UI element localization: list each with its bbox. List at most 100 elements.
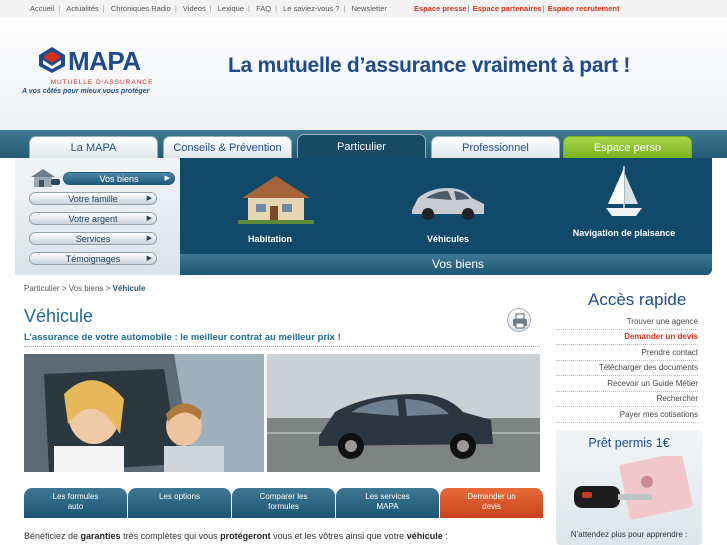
tab-la-mapa[interactable]: La MAPA [29, 136, 158, 158]
intro-part: très complètes qui vous [120, 531, 221, 541]
topnav-accueil[interactable]: Accueil [28, 4, 56, 13]
house-icon [31, 169, 60, 187]
category-habitation[interactable]: Habitation [190, 158, 350, 254]
breadcrumb-particulier[interactable]: Particulier [24, 284, 60, 293]
menu-votre-argent-label: Votre argent [68, 214, 118, 224]
menu-votre-argent[interactable]: Votre argent ▶ [29, 212, 157, 225]
topnav-actualites[interactable]: Actualités [64, 4, 101, 13]
breadcrumb: Particulier > Vos biens > Véhicule [24, 284, 145, 293]
car-illustration-icon [412, 188, 484, 220]
breadcrumb-vos-biens[interactable]: Vos biens [69, 284, 104, 293]
intro-bold: garanties [80, 531, 121, 541]
tab-services-mapa-label: Les services MAPA [365, 492, 410, 511]
photo-family-in-car [24, 354, 264, 472]
topnav-espace-presse[interactable]: Espace presse [414, 4, 467, 13]
section-title-bar: Vos biens [180, 254, 712, 275]
sailboat-illustration-icon [606, 166, 642, 216]
main-tab-bar: La MAPA Conseils & Prévention Particulie… [0, 130, 727, 158]
breadcrumb-separator: > [61, 284, 67, 293]
house-illustration-icon [238, 176, 314, 224]
photo-car-illustration [267, 354, 540, 472]
topnav-espace-recrutement[interactable]: Espace recrutement [548, 4, 620, 13]
intro-text: Bénéficiez de garanties très complètes q… [24, 531, 448, 541]
topnav-lexique[interactable]: Lexique [216, 4, 246, 13]
link-guide-metier[interactable]: Recevoir un Guide Métier [556, 377, 698, 392]
topnav-faq[interactable]: FAQ [254, 4, 273, 13]
category-tiles: Habitation Véhicules Navigation de plais… [180, 158, 712, 254]
intro-bold: protégeront [220, 531, 271, 541]
tab-les-options[interactable]: Les options [128, 488, 231, 518]
tab-demander-devis-label: Demander un devis [467, 492, 516, 511]
menu-vos-biens[interactable]: Vos biens ▶ [63, 172, 175, 185]
menu-vos-biens-label: Vos biens [99, 174, 139, 184]
photo-moving-car [267, 354, 540, 472]
divider [24, 346, 540, 347]
header: MAPA MUTUELLE D'ASSURANCE A vos côtés po… [0, 18, 727, 130]
menu-votre-famille[interactable]: Votre famille ▶ [29, 192, 157, 205]
photo-family-illustration [24, 354, 264, 472]
breadcrumb-current: Véhicule [112, 284, 146, 293]
tab-les-formules-auto[interactable]: Les formules auto [24, 488, 127, 518]
section-title: Vos biens [432, 257, 485, 271]
category-navigation-plaisance[interactable]: Navigation de plaisance [544, 158, 704, 254]
topnav-le-saviez-vous[interactable]: Le saviez-vous ? [281, 4, 341, 13]
brand-name: MAPA [68, 46, 141, 76]
category-vehicules[interactable]: Véhicules [368, 158, 528, 254]
print-button[interactable] [507, 308, 531, 332]
arrow-right-icon: ▶ [164, 175, 170, 182]
printer-icon [513, 313, 527, 329]
tab-les-formules-auto-label: Les formules auto [52, 492, 99, 511]
intro-part: : [442, 531, 448, 541]
link-rechercher[interactable]: Rechercher [556, 392, 698, 407]
arrow-right-icon: ▶ [146, 235, 152, 242]
tab-les-options-label: Les options [159, 492, 200, 501]
promo-pret-permis[interactable]: Prêt permis 1€ N’attendez plus pour appr… [556, 430, 702, 545]
brand-subtitle: MUTUELLE D'ASSURANCE [50, 79, 154, 86]
link-trouver-agence[interactable]: Trouver une agence [556, 315, 698, 330]
arrow-right-icon: ▶ [146, 215, 152, 222]
top-nav-left: Accueil | Actualités | Chroniques Radio | V… [28, 4, 388, 13]
menu-temoignages[interactable]: Témoignages ▶ [29, 252, 157, 265]
arrow-right-icon: ▶ [146, 195, 152, 202]
tab-les-services-mapa[interactable]: Les services MAPA [336, 488, 439, 518]
link-payer-cotisations[interactable]: Payer mes cotisations [556, 408, 698, 423]
arrow-right-icon: ▶ [146, 255, 152, 262]
acces-rapide-title: Accès rapide [588, 290, 687, 309]
promo-text: N’attendez plus pour apprendre : [570, 530, 688, 539]
tab-conseils-prevention[interactable]: Conseils & Prévention [163, 136, 292, 158]
category-vehicules-label: Véhicules [426, 234, 470, 244]
header-slogan: La mutuelle d’assurance vraiment à part … [228, 54, 631, 77]
top-utility-nav: Accueil | Actualités | Chroniques Radio | V… [0, 0, 727, 18]
tab-espace-perso[interactable]: Espace perso [563, 136, 692, 158]
menu-votre-famille-label: Votre famille [68, 194, 118, 204]
category-habitation-label: Habitation [248, 234, 292, 244]
menu-services[interactable]: Services ▶ [29, 232, 157, 245]
left-menu: Vos biens ▶ Votre famille ▶ Votre argent ▶ … [15, 158, 180, 275]
menu-temoignages-label: Témoignages [65, 254, 121, 264]
tab-comparer-label: Comparer les formules [259, 492, 308, 511]
page-title: Véhicule [24, 306, 94, 326]
link-prendre-contact[interactable]: Prendre contact [556, 346, 698, 361]
category-navigation-label: Navigation de plaisance [572, 228, 676, 238]
mapa-logo[interactable]: MAPA MUTUELLE D'ASSURANCE A vos côtés po… [22, 46, 166, 106]
category-panel: Vos biens ▶ Votre famille ▶ Votre argent ▶ … [15, 158, 712, 275]
promo-title: Prêt permis 1€ [588, 436, 670, 450]
brand-tagline: A vos côtés pour mieux vous protéger [22, 88, 150, 95]
tab-comparer-les-formules[interactable]: Comparer les formules [232, 488, 335, 518]
link-telecharger-documents[interactable]: Télécharger des documents [556, 361, 698, 376]
topnav-videos[interactable]: Videos [181, 4, 208, 13]
driving-license-keys-icon [574, 456, 693, 520]
page-subtitle: L’assurance de votre automobile : le mei… [24, 332, 341, 343]
tab-particulier[interactable]: Particulier [297, 134, 426, 158]
intro-part: vous et les vôtres ainsi que votre [270, 531, 407, 541]
tab-demander-un-devis[interactable]: Demander un devis [440, 488, 543, 518]
intro-bold: véhicule [406, 531, 443, 541]
top-nav-right: Espace presse| Espace partenaires| Espac… [414, 4, 620, 13]
intro-part: Bénéficiez de [24, 531, 81, 541]
topnav-chroniques-radio[interactable]: Chroniques Radio [109, 4, 173, 13]
topnav-newsletter[interactable]: Newsletter [349, 4, 388, 13]
menu-services-label: Services [75, 234, 111, 244]
link-demander-devis[interactable]: Demander un devis [556, 330, 698, 345]
tab-professionnel[interactable]: Professionnel [431, 136, 560, 158]
topnav-espace-partenaires[interactable]: Espace partenaires [473, 4, 542, 13]
